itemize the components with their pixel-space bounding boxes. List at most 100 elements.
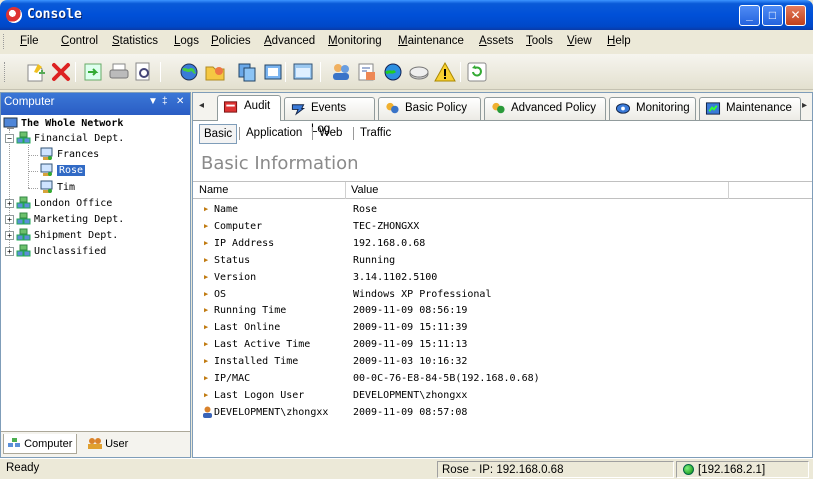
row-name: Last Logon User: [214, 389, 305, 401]
tree-item-rose[interactable]: Rose: [39, 163, 86, 179]
menu-advanced[interactable]: Advanced: [264, 35, 315, 47]
menu-view[interactable]: View: [567, 35, 592, 47]
minimize-button[interactable]: _: [739, 5, 760, 26]
computer-panel-title: Computer: [4, 96, 55, 108]
tab-basic-policy[interactable]: Basic Policy: [378, 97, 481, 120]
users-icon[interactable]: [330, 61, 352, 83]
menu-logs[interactable]: Logs: [174, 35, 199, 47]
menu-tools[interactable]: Tools: [526, 35, 553, 47]
table-row[interactable]: ▶ IP/MAC 00-0C-76-E8-84-5B(192.168.0.68): [193, 370, 812, 387]
menu-maintenance[interactable]: Maintenance: [398, 35, 464, 47]
table-row[interactable]: ▶ IP Address 192.168.0.68: [193, 235, 812, 252]
menu-control[interactable]: Control: [61, 35, 98, 47]
tree-item-financial-dept[interactable]: − Financial Dept.: [5, 131, 124, 147]
disk-icon[interactable]: [408, 61, 430, 83]
tab-events-log[interactable]: Events Log: [284, 97, 375, 135]
subtab-separator: [312, 127, 313, 140]
tree-item-london-office[interactable]: + London Office: [5, 196, 112, 212]
table-row[interactable]: ▶ Installed Time 2009-11-03 10:16:32: [193, 353, 812, 370]
tree-item-the-whole-network[interactable]: The Whole Network: [3, 116, 123, 132]
panel-close-icon[interactable]: ✕: [176, 96, 184, 107]
status-selected-computer-text: Rose - IP: 192.168.0.68: [442, 464, 564, 476]
tree-item-label: Rose: [57, 165, 86, 176]
tree-item-frances[interactable]: Frances: [39, 147, 99, 163]
computer-panel-header: Computer ▼ ‡ ✕: [1, 93, 190, 115]
menu-monitoring[interactable]: Monitoring: [328, 35, 382, 47]
expand-icon[interactable]: +: [5, 246, 14, 256]
tree-item-tim[interactable]: Tim: [39, 180, 75, 196]
tree-item-shipment-dept[interactable]: + Shipment Dept.: [5, 228, 118, 244]
bullet-arrow-icon: ▶: [204, 390, 209, 399]
tree-item-unclassified[interactable]: + Unclassified: [5, 244, 106, 260]
expand-icon[interactable]: +: [5, 198, 14, 208]
collapse-icon[interactable]: −: [5, 133, 14, 143]
print-preview-icon[interactable]: [132, 61, 154, 83]
delete-icon[interactable]: [50, 61, 72, 83]
tabs-scroll-left-icon[interactable]: ◂: [199, 100, 204, 111]
menu-assets[interactable]: Assets: [479, 35, 514, 47]
tab-user[interactable]: User: [85, 434, 132, 454]
subtab-separator: [239, 127, 240, 140]
subtab-traffic[interactable]: Traffic: [356, 124, 395, 144]
menu-file[interactable]: File: [20, 35, 39, 47]
table-row[interactable]: ▶ Last Logon User DEVELOPMENT\zhongxx: [193, 387, 812, 404]
tree-connector: [28, 188, 38, 189]
tab-computer[interactable]: Computer: [3, 434, 78, 454]
table-row[interactable]: ▶ Name Rose: [193, 201, 812, 218]
column-divider[interactable]: [345, 182, 346, 199]
table-row[interactable]: ▶ Last Active Time 2009-11-09 15:11:13: [193, 336, 812, 353]
globe-icon[interactable]: [178, 61, 200, 83]
maximize-button[interactable]: □: [762, 5, 783, 26]
tab-advanced-policy[interactable]: Advanced Policy: [484, 97, 606, 120]
column-header-name[interactable]: Name: [199, 184, 228, 196]
row-name: Running Time: [214, 305, 287, 317]
row-value: 2009-11-09 08:57:08: [353, 406, 468, 418]
tree-item-marketing-dept[interactable]: + Marketing Dept.: [5, 212, 124, 228]
table-row[interactable]: ▶ Last Online 2009-11-09 15:11:39: [193, 319, 812, 336]
copy-icon[interactable]: [236, 61, 258, 83]
panel-dropdown-icon[interactable]: ▼: [148, 96, 158, 107]
table-row[interactable]: ▶ Status Running: [193, 252, 812, 269]
subtab-application[interactable]: Application: [242, 124, 306, 144]
table-row[interactable]: ▶ Running Time 2009-11-09 08:56:19: [193, 302, 812, 319]
refresh-icon[interactable]: [466, 61, 488, 83]
expand-icon[interactable]: +: [5, 230, 14, 240]
tab-maintenance[interactable]: Maintenance: [699, 97, 801, 120]
column-header-value[interactable]: Value: [351, 184, 378, 196]
menu-statistics[interactable]: Statistics: [112, 35, 158, 47]
report-icon[interactable]: [356, 61, 378, 83]
toolbar-separator: [160, 62, 161, 82]
globe-network-icon[interactable]: [382, 61, 404, 83]
folder-icon[interactable]: [204, 61, 226, 83]
view-icon[interactable]: [262, 61, 284, 83]
tab-monitoring[interactable]: Monitoring: [609, 97, 696, 120]
warning-icon[interactable]: [434, 61, 456, 83]
table-row[interactable]: ▶ Computer TEC-ZHONGXX: [193, 218, 812, 235]
menu-policies[interactable]: Policies: [211, 35, 251, 47]
subtab-web[interactable]: Web: [315, 124, 346, 144]
table-row[interactable]: ▶ OS Windows XP Professional: [193, 286, 812, 303]
menu-help[interactable]: Help: [607, 35, 631, 47]
title-bar[interactable]: Console _ □ ✕: [0, 0, 813, 30]
expand-icon[interactable]: +: [5, 214, 14, 224]
toolbar-grip[interactable]: [4, 62, 5, 82]
tabs-scroll-right-icon[interactable]: ▸: [802, 100, 807, 111]
toolbar-separator: [285, 62, 286, 82]
row-value: Rose: [353, 204, 378, 215]
panel-pin-icon[interactable]: ‡: [162, 96, 168, 107]
print-icon[interactable]: [108, 61, 130, 83]
window-icon[interactable]: [292, 61, 314, 83]
tree-item-label: Frances: [57, 149, 100, 160]
import-icon[interactable]: [82, 61, 104, 83]
table-row[interactable]: ▶ Version 3.14.1102.5100: [193, 269, 812, 286]
basic-policy-icon: [384, 101, 400, 116]
status-bar: Ready Rose - IP: 192.168.0.68 [192.168.2…: [0, 458, 813, 479]
subtab-basic[interactable]: Basic: [199, 124, 238, 144]
column-divider[interactable]: [728, 182, 729, 199]
table-row[interactable]: DEVELOPMENT\zhongxx 2009-11-09 08:57:08: [193, 404, 812, 421]
row-name: Last Active Time: [214, 339, 311, 351]
new-icon[interactable]: [24, 61, 46, 83]
tab-audit[interactable]: Audit: [217, 95, 281, 121]
computer-tree: The Whole Network − Financial Dept. Frances…: [1, 115, 190, 425]
close-button[interactable]: ✕: [785, 5, 806, 26]
